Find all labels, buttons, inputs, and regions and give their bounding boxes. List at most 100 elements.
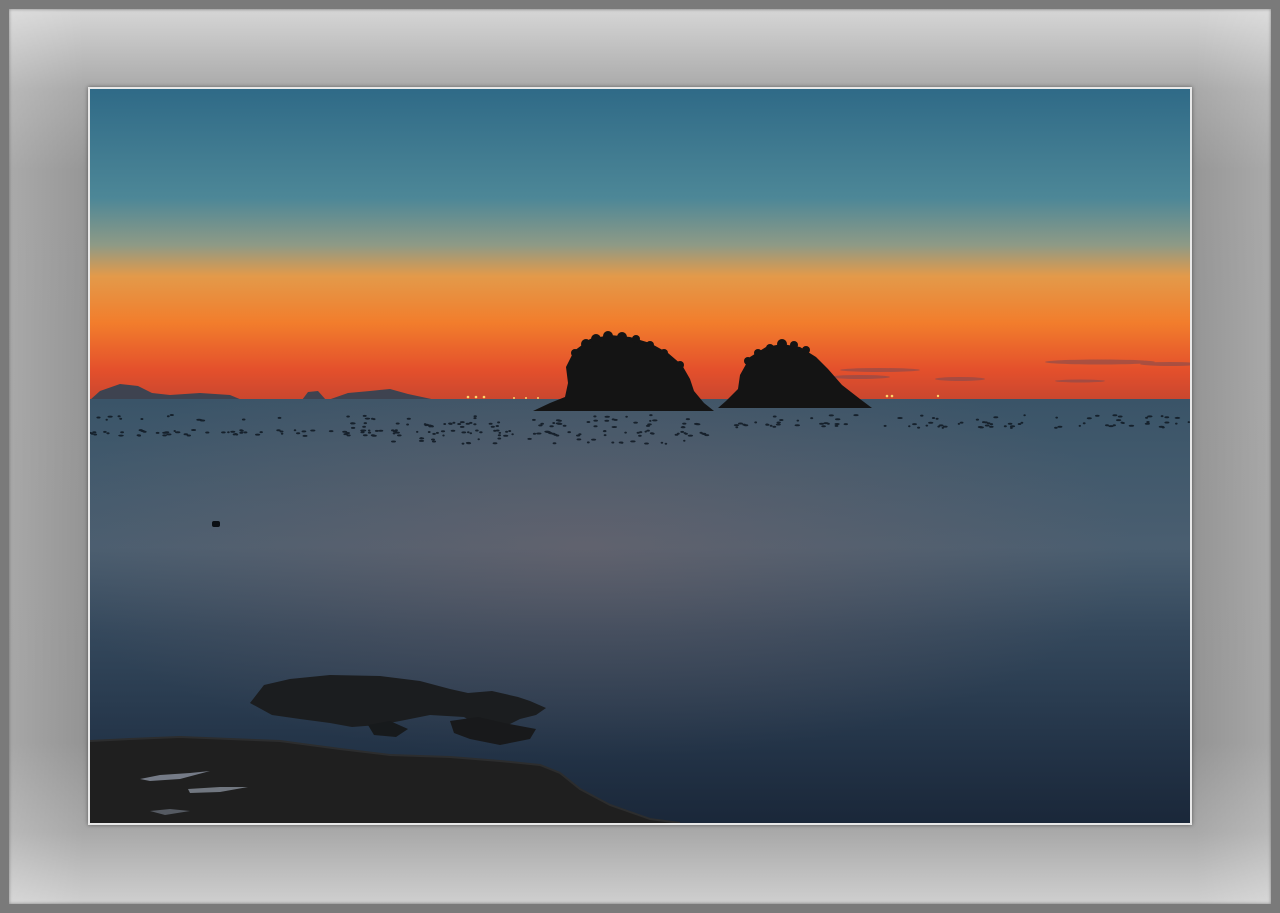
- buoy: [457, 423, 462, 425]
- buoy: [1086, 417, 1092, 420]
- buoy: [683, 439, 686, 442]
- buoy: [552, 442, 557, 445]
- buoy: [427, 431, 431, 433]
- buoy: [350, 422, 356, 425]
- buoy: [255, 433, 261, 436]
- buoy: [367, 431, 372, 434]
- buoy: [1003, 425, 1007, 428]
- buoy: [372, 418, 376, 421]
- buoy: [557, 419, 562, 422]
- buoy: [680, 430, 685, 433]
- buoy: [772, 415, 777, 418]
- buoy: [117, 415, 121, 418]
- buoy: [459, 425, 465, 428]
- buoy: [1057, 425, 1063, 428]
- buoy: [107, 415, 113, 418]
- buoy: [552, 422, 556, 424]
- buoy: [230, 430, 236, 433]
- buoy: [613, 418, 618, 421]
- buoy: [1078, 424, 1081, 427]
- buoy: [301, 430, 307, 433]
- buoy: [495, 425, 499, 427]
- buoy: [794, 424, 800, 427]
- buoy: [647, 423, 652, 426]
- buoy: [142, 430, 147, 433]
- buoy: [578, 433, 582, 436]
- buoy: [367, 429, 371, 432]
- buoy: [1055, 416, 1058, 419]
- buoy: [259, 431, 263, 434]
- buoy: [96, 416, 101, 419]
- buoy: [664, 442, 668, 445]
- buoy: [416, 430, 419, 433]
- buoy: [1164, 416, 1170, 419]
- buoy: [602, 430, 607, 433]
- buoy: [687, 434, 694, 437]
- buoy: [119, 417, 123, 420]
- buoy: [279, 430, 284, 433]
- buoy: [406, 423, 409, 426]
- buoy: [586, 441, 590, 444]
- buoy: [442, 434, 445, 437]
- buoy: [241, 418, 246, 421]
- buoy: [1054, 426, 1058, 429]
- buoy: [406, 417, 411, 420]
- buoy: [169, 414, 174, 416]
- buoy: [562, 424, 567, 427]
- buoy: [430, 425, 434, 428]
- buoy: [1020, 421, 1024, 424]
- buoy: [118, 434, 124, 437]
- buoy: [593, 415, 597, 418]
- buoy: [630, 440, 636, 443]
- buoy: [557, 422, 563, 425]
- buoy: [1112, 414, 1118, 417]
- buoy: [378, 429, 384, 432]
- buoy: [328, 430, 334, 433]
- buoy: [735, 426, 739, 429]
- buoy: [769, 424, 773, 427]
- buoy: [979, 426, 984, 429]
- buoy: [651, 432, 655, 435]
- buoy: [586, 421, 591, 423]
- photograph: [90, 89, 1190, 823]
- buoy: [240, 429, 244, 432]
- buoy: [942, 425, 948, 428]
- buoy: [477, 438, 480, 441]
- buoy: [989, 423, 994, 426]
- buoy: [362, 434, 368, 437]
- buoy: [819, 422, 825, 425]
- buoy: [103, 430, 107, 433]
- buoy: [1116, 419, 1122, 422]
- buoy: [660, 441, 664, 444]
- buoy: [646, 429, 650, 432]
- buoy: [186, 434, 191, 437]
- buoy: [576, 438, 582, 441]
- buoy: [733, 424, 740, 427]
- buoy: [493, 429, 497, 432]
- buoy: [440, 430, 446, 433]
- buoy: [959, 421, 964, 424]
- buoy: [1161, 426, 1165, 429]
- buoy: [765, 423, 770, 426]
- buoy: [239, 431, 244, 434]
- buoy: [738, 422, 743, 425]
- buoy: [363, 422, 367, 425]
- buoy: [473, 415, 477, 418]
- buoy: [140, 418, 144, 420]
- buoy: [835, 418, 841, 421]
- buoy: [604, 419, 610, 422]
- buoy: [1147, 415, 1153, 418]
- buoy: [680, 426, 686, 429]
- buoy: [1095, 414, 1100, 417]
- buoy: [362, 425, 366, 428]
- buoy: [175, 431, 181, 434]
- buoy: [395, 422, 400, 425]
- buoy: [466, 442, 472, 445]
- buoy: [164, 431, 170, 434]
- buoy: [928, 421, 934, 424]
- buoy: [843, 423, 848, 426]
- buoy: [155, 431, 160, 434]
- buoy: [649, 414, 653, 417]
- buoy: [772, 425, 777, 428]
- sunset-seascape: [90, 89, 1190, 823]
